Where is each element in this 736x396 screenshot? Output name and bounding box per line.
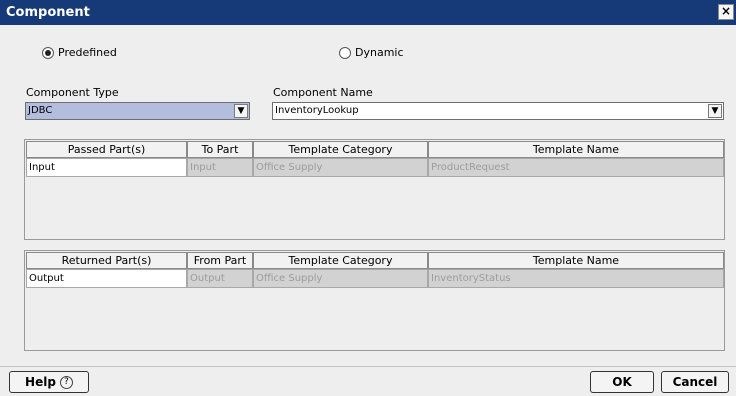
component-name-select[interactable]: InventoryLookup ▼ (272, 102, 724, 120)
from-part-cell: Output (187, 269, 253, 288)
title-bar: Component × (0, 0, 736, 25)
predefined-radio[interactable]: Predefined (42, 46, 117, 59)
ok-button[interactable]: OK (590, 371, 654, 393)
radio-checked-icon (42, 46, 54, 59)
chevron-down-icon[interactable]: ▼ (234, 104, 248, 118)
dynamic-radio[interactable]: Dynamic (339, 46, 404, 59)
cancel-button-label: Cancel (672, 375, 718, 389)
predefined-label: Predefined (58, 46, 117, 59)
template-name-cell: ProductRequest (428, 158, 724, 177)
column-header[interactable]: Passed Part(s) (26, 141, 187, 158)
template-category-cell: Office Supply (253, 158, 428, 177)
footer-divider (0, 366, 736, 367)
chevron-down-icon[interactable]: ▼ (708, 104, 722, 118)
column-header[interactable]: Template Name (428, 141, 724, 158)
component-dialog: Component × Predefined Dynamic Component… (0, 0, 736, 396)
column-header[interactable]: Template Category (253, 252, 428, 269)
column-header[interactable]: Template Name (428, 252, 724, 269)
column-header[interactable]: Template Category (253, 141, 428, 158)
passed-parts-table: Passed Part(s) To Part Template Category… (24, 139, 725, 240)
radio-unchecked-icon (339, 46, 351, 59)
column-header[interactable]: From Part (187, 252, 253, 269)
cancel-button[interactable]: Cancel (661, 371, 729, 393)
ok-button-label: OK (612, 375, 632, 389)
help-button-label: Help (25, 375, 56, 389)
to-part-cell: Input (187, 158, 253, 177)
window-title: Component (6, 5, 90, 20)
column-header[interactable]: Returned Part(s) (26, 252, 187, 269)
dynamic-label: Dynamic (355, 46, 404, 59)
returned-parts-table: Returned Part(s) From Part Template Cate… (24, 250, 725, 351)
help-button[interactable]: Help ? (9, 371, 89, 393)
component-name-label: Component Name (273, 86, 373, 99)
template-category-cell: Office Supply (253, 269, 428, 288)
component-name-value: InventoryLookup (275, 105, 359, 116)
template-name-cell: InventoryStatus (428, 269, 724, 288)
passed-part-cell[interactable]: Input (26, 158, 187, 177)
returned-part-cell[interactable]: Output (26, 269, 187, 288)
question-circle-icon: ? (59, 375, 73, 389)
component-type-value: JDBC (28, 105, 53, 116)
column-header[interactable]: To Part (187, 141, 253, 158)
component-type-label: Component Type (26, 86, 119, 99)
component-type-select[interactable]: JDBC ▼ (25, 102, 250, 120)
close-icon[interactable]: × (718, 4, 734, 20)
